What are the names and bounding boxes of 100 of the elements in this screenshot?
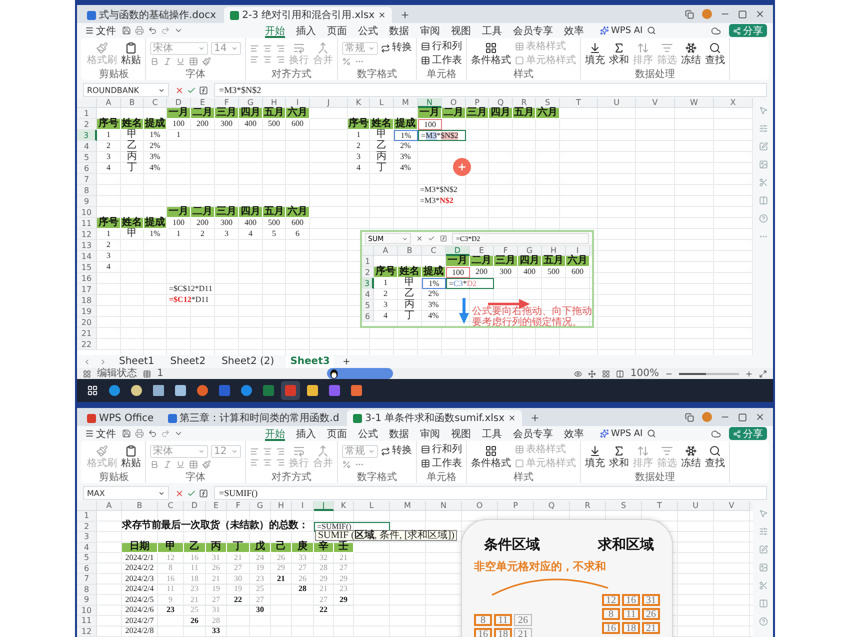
avatar-icon[interactable] xyxy=(702,9,712,19)
document-tab[interactable]: 式与函数的基础操作.docx xyxy=(81,7,222,23)
font-field[interactable]: 宋体 xyxy=(150,444,208,458)
ribbon-tab[interactable]: 页面 xyxy=(327,24,347,38)
image-icon[interactable] xyxy=(758,563,768,572)
row-header[interactable]: 12 xyxy=(77,229,97,240)
align-left-icon[interactable] xyxy=(250,458,259,466)
row-header[interactable]: 8 xyxy=(77,584,97,595)
row-header[interactable]: 5 xyxy=(362,300,374,311)
ribbon-button[interactable]: 查找 xyxy=(705,444,725,468)
column-header[interactable]: B xyxy=(121,98,144,108)
row-header[interactable]: 6 xyxy=(77,564,97,574)
ribbon-button[interactable]: 冻结 xyxy=(681,444,701,468)
font-size-field[interactable]: 12 xyxy=(211,444,241,458)
column-header[interactable]: A xyxy=(97,98,121,108)
align-right-icon[interactable] xyxy=(276,458,285,466)
ribbon-button[interactable]: 工作表 xyxy=(421,54,462,66)
cancel-icon[interactable] xyxy=(175,488,184,498)
move-icon[interactable] xyxy=(588,370,596,378)
column-header[interactable]: V xyxy=(636,98,675,108)
formula-field[interactable]: =SUMIF() xyxy=(214,486,767,500)
column-header[interactable]: W xyxy=(675,98,714,108)
row-header[interactable]: 22 xyxy=(77,339,97,350)
row-header[interactable]: 5 xyxy=(77,152,97,163)
row-header[interactable]: 3 xyxy=(77,532,97,542)
column-header[interactable]: E xyxy=(206,501,227,511)
row-header[interactable]: 14 xyxy=(77,251,97,262)
file-menu[interactable]: 文件 xyxy=(83,426,118,440)
border-icon[interactable] xyxy=(189,56,198,66)
ribbon-button[interactable]: 行和列 xyxy=(421,40,462,52)
font-field[interactable]: 宋体 xyxy=(150,42,208,54)
ribbon-button[interactable]: 粘贴 xyxy=(121,444,141,468)
save-icon[interactable] xyxy=(122,429,131,438)
previous-sheet-icon[interactable] xyxy=(83,358,91,366)
image-icon[interactable] xyxy=(758,160,768,169)
align-center-icon[interactable] xyxy=(263,458,272,466)
zoom-in-icon[interactable] xyxy=(745,370,753,378)
row-header[interactable]: 17 xyxy=(77,284,97,295)
row-header[interactable]: 12 xyxy=(77,626,97,637)
brush-icon[interactable] xyxy=(202,460,211,468)
ribbon-button[interactable]: 转换 xyxy=(381,42,412,54)
columns-icon[interactable] xyxy=(758,599,768,608)
align-center-icon[interactable] xyxy=(263,446,272,456)
column-header[interactable]: V xyxy=(714,501,750,511)
sheet-tab[interactable]: Sheet2 (2) xyxy=(218,356,278,368)
window-icon[interactable] xyxy=(685,10,694,18)
number-format-field[interactable]: 常规 xyxy=(342,42,378,54)
underline-icon[interactable] xyxy=(176,460,185,468)
column-header[interactable]: F xyxy=(227,501,250,511)
ribbon-tab[interactable]: 效率 xyxy=(564,24,584,38)
align-center-icon[interactable] xyxy=(263,44,272,52)
add-sheet-icon[interactable] xyxy=(342,357,351,366)
ribbon-button[interactable]: 填充 xyxy=(585,444,605,468)
ribbon-button[interactable]: 条件格式 xyxy=(471,42,511,66)
ribbon-button[interactable]: 求和 xyxy=(609,444,629,468)
sliders-icon[interactable] xyxy=(758,527,768,536)
sheet-tab[interactable]: Sheet2 xyxy=(166,356,210,368)
pointer-icon[interactable] xyxy=(758,106,768,115)
align-left-icon[interactable] xyxy=(250,44,259,52)
align-left-icon[interactable] xyxy=(250,54,259,64)
column-header[interactable]: K xyxy=(334,501,354,511)
undo-icon[interactable] xyxy=(148,26,157,35)
document-tab[interactable]: 3-1 单条件求和函数sumif.xlsx xyxy=(347,410,522,426)
bold-icon[interactable] xyxy=(150,56,159,66)
cloud-icon[interactable] xyxy=(711,428,721,438)
column-header[interactable]: J xyxy=(310,98,348,108)
page-view-icon[interactable] xyxy=(616,370,624,378)
row-header[interactable]: 1 xyxy=(77,511,97,522)
column-header[interactable]: N xyxy=(426,501,462,511)
column-header[interactable]: B xyxy=(398,246,422,256)
ribbon-tab[interactable]: 插入 xyxy=(296,24,316,38)
column-header[interactable]: U xyxy=(598,98,636,108)
row-header[interactable]: 11 xyxy=(77,616,97,626)
column-header[interactable]: T xyxy=(560,98,598,108)
column-header[interactable]: L xyxy=(354,501,390,511)
table-icon[interactable] xyxy=(143,370,151,378)
row-header[interactable]: 20 xyxy=(77,317,97,328)
next-sheet-icon[interactable] xyxy=(99,358,107,366)
row-header[interactable]: 2 xyxy=(77,119,97,130)
row-header[interactable]: 9 xyxy=(77,595,97,606)
column-header[interactable]: D xyxy=(446,246,470,256)
ribbon-button[interactable]: 粘贴 xyxy=(121,42,141,66)
column-header[interactable]: O xyxy=(462,501,498,511)
new-tab-icon[interactable] xyxy=(400,10,410,20)
close-icon[interactable] xyxy=(378,11,386,19)
ribbon-tab[interactable]: 会员专享 xyxy=(513,24,553,38)
redo-icon[interactable] xyxy=(161,429,170,438)
align-right-icon[interactable] xyxy=(276,446,285,456)
align-right-icon[interactable] xyxy=(276,54,285,64)
ribbon-button[interactable]: 查找 xyxy=(705,42,725,66)
align-left-icon[interactable] xyxy=(250,446,259,456)
row-header[interactable]: 1 xyxy=(362,256,374,267)
column-header[interactable]: K xyxy=(348,98,370,108)
close-icon[interactable] xyxy=(755,412,765,422)
search-icon[interactable] xyxy=(646,429,656,438)
close-icon[interactable] xyxy=(508,414,516,422)
column-header[interactable]: G xyxy=(250,501,271,511)
column-header[interactable]: U xyxy=(678,501,714,511)
column-header[interactable]: C xyxy=(158,501,184,511)
ribbon-tab[interactable]: 工具 xyxy=(482,24,502,38)
